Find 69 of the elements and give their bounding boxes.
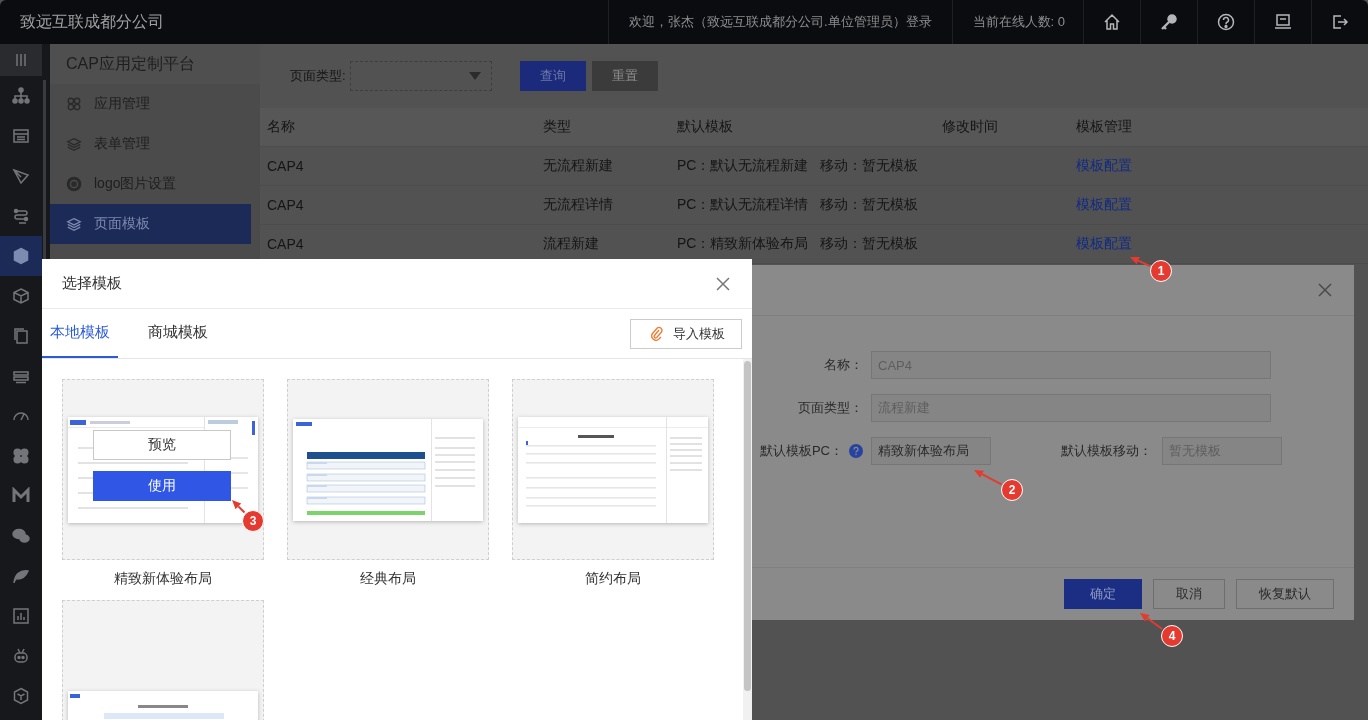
table-cell: PC：默认无流程新建 移动：暂无模板: [677, 157, 919, 173]
tab[interactable]: 商城模板: [140, 309, 216, 358]
annotation-arrow: [1130, 257, 1152, 268]
zigzag-icon: [12, 487, 30, 505]
leaf-icon: [12, 567, 30, 585]
column-header: 默认模板: [677, 118, 733, 134]
hexagon-icon: [12, 247, 30, 265]
table-cell: 无流程新建: [543, 157, 613, 173]
table-cell: 无流程详情: [543, 196, 613, 212]
confirm-button[interactable]: 确定: [1064, 579, 1142, 609]
key-icon: [1160, 13, 1178, 31]
template-name: 简约布局: [585, 570, 641, 588]
column-header: 类型: [543, 118, 571, 134]
copy-icon: [12, 327, 30, 345]
robot-icon: [12, 647, 30, 665]
tab[interactable]: 本地模板: [42, 309, 118, 358]
help-icon: [1217, 13, 1235, 31]
query-button[interactable]: 查询: [519, 61, 586, 91]
nav-rail-item[interactable]: [0, 44, 42, 76]
import-template-button[interactable]: 导入模板: [630, 318, 742, 349]
paperclip-icon: [651, 326, 663, 341]
clover-icon: [12, 447, 30, 465]
home-icon: [1103, 13, 1121, 31]
dialog-button[interactable]: 恢复默认: [1236, 579, 1334, 609]
annotation-arrow: [232, 500, 246, 514]
close-icon[interactable]: [1318, 283, 1332, 297]
column-header: 模板管理: [1076, 118, 1132, 134]
table-cell: CAP4: [267, 197, 304, 213]
table-cell: CAP4: [267, 158, 304, 174]
logo-icon: [66, 176, 82, 192]
flow-icon: [12, 207, 30, 225]
table-cell: PC：默认无流程详情 移动：暂无模板: [677, 196, 919, 212]
apps-icon: [66, 96, 82, 112]
text-field[interactable]: 精致新体验布局: [871, 437, 991, 465]
scrollbar[interactable]: [743, 359, 752, 720]
field-label: 名称：: [824, 356, 863, 374]
app-title: 致远互联成都分公司: [19, 11, 165, 32]
use-button[interactable]: 使用: [93, 471, 231, 501]
form-icon: [12, 127, 30, 145]
close-icon[interactable]: [716, 276, 730, 291]
dropdown-caret-icon: [468, 72, 481, 80]
sidebar-item[interactable]: 页面模板: [50, 204, 251, 244]
dialog-button[interactable]: 取消: [1153, 579, 1225, 609]
table-cell: 流程新建: [543, 235, 599, 251]
chart-icon: [12, 607, 30, 625]
preview-button[interactable]: 预览: [93, 430, 231, 460]
template-name: 精致新体验布局: [114, 570, 212, 588]
dialog-title: 选择模板: [62, 274, 122, 293]
layers-icon: [66, 216, 82, 232]
cubes-icon: [12, 687, 30, 705]
layers-icon: [66, 136, 82, 152]
field-label: 默认模板PC：: [759, 442, 843, 460]
cube-icon: [12, 287, 30, 305]
table-cell: CAP4: [267, 236, 304, 252]
field-label: 页面类型：: [798, 399, 863, 417]
pen-icon: [12, 167, 30, 185]
field-label: 默认模板移动：: [1061, 442, 1152, 460]
annotation-arrow: [974, 470, 1003, 486]
column-header: 名称: [267, 118, 295, 134]
column-header: 修改时间: [942, 118, 998, 134]
monitor-icon: [1274, 13, 1292, 31]
chat-icon: [12, 527, 30, 545]
hierarchy-icon: [12, 87, 30, 105]
logout-icon: [1331, 13, 1349, 31]
table-cell: PC：精致新体验布局 移动：暂无模板: [677, 235, 919, 251]
nav-rail-item[interactable]: [0, 236, 42, 276]
annotation-arrow: [1140, 613, 1164, 630]
template-card[interactable]: [287, 379, 489, 560]
template-name: 经典布局: [360, 570, 416, 588]
